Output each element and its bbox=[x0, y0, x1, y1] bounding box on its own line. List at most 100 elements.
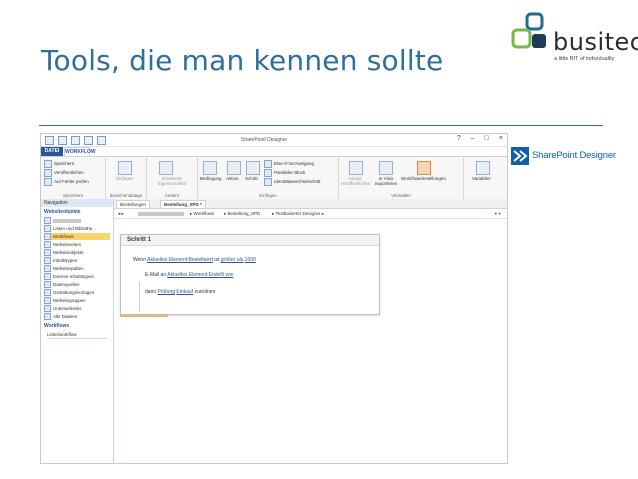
navigation-header: Navigation bbox=[41, 199, 113, 207]
nav-item-site-assets[interactable]: Websiteobjekte bbox=[44, 249, 110, 257]
help-icon[interactable]: ? bbox=[457, 135, 461, 142]
parallel-icon bbox=[264, 169, 272, 177]
list-icon bbox=[44, 225, 51, 233]
publish-button[interactable]: Veröffentlichen bbox=[44, 169, 84, 177]
close-icon[interactable]: × bbox=[499, 135, 503, 142]
navigation-pane: Navigation Websiteobjekte Listen und Bib… bbox=[41, 199, 114, 463]
workflow-canvas: Schritt 1 Wenn Aktuelles Element:Bestell… bbox=[114, 219, 507, 463]
group-label-speichern: Speichern bbox=[62, 193, 84, 198]
impersonation-step-button[interactable]: Identitätswechselschritt bbox=[264, 178, 321, 186]
minimize-icon[interactable]: – bbox=[471, 135, 475, 142]
step-button[interactable]: Schritt bbox=[245, 176, 258, 181]
ribbon-group-verwalten: Global veröffentlichen In Visio exportie… bbox=[339, 157, 464, 199]
maximize-icon[interactable]: □ bbox=[485, 135, 489, 142]
master-page-icon bbox=[44, 289, 51, 297]
nav-item-list-workflow[interactable]: Listenworkflow bbox=[47, 331, 107, 339]
nav-item-lists[interactable]: Listen und Bibliothe... bbox=[44, 225, 110, 233]
advanced-properties-button[interactable]: Erweiterte Eigenschaften bbox=[149, 176, 195, 186]
quick-access-toolbar bbox=[45, 136, 106, 145]
doc-tab-bestellung-spd[interactable]: Bestellung_SPD * bbox=[160, 200, 206, 209]
else-if-button[interactable]: Else-If-Verzweigung bbox=[264, 160, 314, 168]
impersonation-icon bbox=[264, 178, 272, 186]
nav-item-site-groups[interactable]: Websitegruppen bbox=[44, 297, 110, 305]
busitec-logo-mark bbox=[511, 12, 546, 49]
group-label-zwischenablage: Zwischenablage bbox=[109, 193, 143, 198]
variables-icon bbox=[476, 161, 490, 175]
group-label-verwalten: Verwalten bbox=[391, 193, 411, 198]
nav-item-subsites[interactable]: Unterwebsites bbox=[44, 305, 110, 313]
operator-link[interactable]: größer als bbox=[221, 257, 244, 263]
undo-icon[interactable] bbox=[71, 136, 80, 145]
nav-section-workflows[interactable]: Workflows bbox=[44, 323, 69, 329]
content-type-icon bbox=[44, 257, 51, 265]
ribbon-group-variablen: Variablen bbox=[464, 157, 504, 199]
ribbon-group-aendern: Erweiterte Eigenschaften Ändern bbox=[147, 157, 198, 199]
sharepoint-designer-logo: SharePoint Designer bbox=[511, 147, 637, 165]
nav-arrows-icon[interactable]: ● ● bbox=[494, 209, 501, 218]
doc-tab-bestellungen[interactable]: Bestellungen bbox=[116, 200, 151, 209]
window-controls: ? – □ × bbox=[457, 135, 503, 142]
field-link[interactable]: Aktuelles Element:Bestellwert bbox=[147, 257, 213, 263]
redo-icon[interactable] bbox=[84, 136, 93, 145]
nav-item-data-sources[interactable]: Datenquellen bbox=[44, 281, 110, 289]
workflow-icon bbox=[44, 233, 51, 241]
breadcrumb: ◂ ▸ ▸ Workflows ▸ Bestellung_SPD ▸ Textb… bbox=[114, 209, 507, 219]
nav-item-external-content-types[interactable]: Externe Inhaltstypen bbox=[44, 273, 110, 281]
speichern-button[interactable]: Speichern bbox=[44, 160, 74, 168]
external-icon bbox=[44, 273, 51, 281]
page-icon bbox=[44, 241, 51, 249]
nav-item-workflows[interactable]: Workflows bbox=[44, 233, 110, 241]
blurred-site-name bbox=[53, 218, 81, 223]
variables-button[interactable]: Variablen bbox=[472, 176, 491, 181]
check-icon bbox=[44, 178, 52, 186]
tab-datei[interactable]: DATEI bbox=[41, 147, 63, 156]
refresh-icon[interactable] bbox=[97, 136, 106, 145]
nav-item-content-types[interactable]: Inhaltstypen bbox=[44, 257, 110, 265]
else-if-icon bbox=[264, 160, 272, 168]
database-icon bbox=[44, 281, 51, 289]
global-publish-button[interactable]: Global veröffentlichen bbox=[341, 176, 370, 186]
paste-button[interactable]: Einfügen bbox=[116, 176, 134, 181]
save-icon[interactable] bbox=[58, 136, 67, 145]
parallel-block-button[interactable]: Paralleler Block bbox=[264, 169, 305, 177]
properties-icon bbox=[159, 161, 173, 175]
workflow-settings-button[interactable]: Workfloweinstellungen bbox=[401, 176, 446, 181]
breadcrumb-bestellung[interactable]: ▸ Bestellung_SPD bbox=[224, 209, 260, 218]
action-icon bbox=[227, 161, 241, 175]
email-recipient-link[interactable]: Aktuelles Element:Erstellt von bbox=[167, 272, 233, 278]
task-link[interactable]: Prüfung bbox=[158, 289, 176, 295]
nav-item-master-pages[interactable]: Gestaltungsvorlagen bbox=[44, 289, 110, 297]
ribbon-group-zwischenablage: Einfügen Zwischenablage bbox=[106, 157, 147, 199]
column-icon bbox=[44, 265, 51, 273]
nav-item-site-pages[interactable]: Websiteseiten bbox=[44, 241, 110, 249]
save-icon bbox=[44, 160, 52, 168]
assignee-link[interactable]: Einkauf bbox=[176, 289, 193, 295]
check-errors-button[interactable]: Auf Fehler prüfen bbox=[44, 178, 89, 186]
global-publish-icon bbox=[349, 161, 363, 175]
step-title[interactable]: Schritt 1 bbox=[121, 235, 379, 246]
files-icon bbox=[44, 313, 51, 321]
condition-icon bbox=[203, 161, 217, 175]
action-indent-line bbox=[139, 282, 140, 312]
workflow-settings-icon bbox=[417, 161, 431, 175]
back-forward-icon[interactable]: ◂ ▸ bbox=[118, 209, 124, 218]
visio-export-button[interactable]: In Visio exportieren bbox=[373, 176, 399, 186]
ribbon-tabs: DATEI WORKFLOW bbox=[41, 147, 507, 156]
ribbon: Speichern Veröffentlichen Auf Fehler prü… bbox=[41, 156, 507, 200]
action-button[interactable]: Aktion bbox=[226, 176, 239, 181]
nav-item-all-files[interactable]: Alle Dateien bbox=[44, 313, 110, 321]
condition-button[interactable]: Bedingung bbox=[200, 176, 222, 181]
tab-workflow[interactable]: WORKFLOW bbox=[64, 147, 96, 156]
nav-section-websiteobjekte[interactable]: Websiteobjekte bbox=[44, 209, 81, 215]
assets-icon bbox=[44, 249, 51, 257]
breadcrumb-workflows[interactable]: ▸ Workflows bbox=[190, 209, 214, 218]
breadcrumb-designer[interactable]: ▸ Textbasierter Designer ▸ bbox=[272, 209, 324, 218]
group-label-einfuegen: Einfügen bbox=[259, 193, 277, 198]
group-label-aendern: Ändern bbox=[164, 193, 180, 198]
app-titlebar: SharePoint Designer ? – □ × bbox=[41, 134, 507, 147]
nav-item-site[interactable] bbox=[44, 217, 110, 225]
sharepoint-designer-icon bbox=[511, 147, 529, 165]
home-icon bbox=[44, 217, 51, 225]
value-link[interactable]: 1000 bbox=[245, 257, 256, 263]
nav-item-site-columns[interactable]: Websitespalten bbox=[44, 265, 110, 273]
